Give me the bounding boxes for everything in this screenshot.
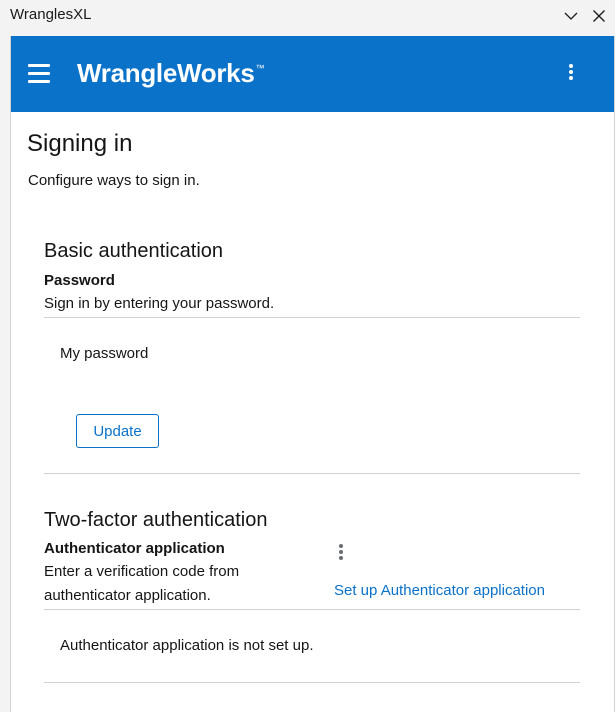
page-description: Configure ways to sign in. — [28, 172, 200, 189]
window-titlebar: WranglesXL — [0, 0, 615, 34]
brand-logo: WrangleWorks™ — [77, 58, 264, 89]
divider — [44, 609, 580, 610]
divider — [44, 682, 580, 683]
divider — [44, 317, 580, 318]
brand-name: WrangleWorks — [77, 58, 255, 88]
my-password-label: My password — [60, 345, 149, 362]
window-title: WranglesXL — [10, 6, 92, 23]
password-subtitle: Password — [44, 272, 115, 289]
kebab-menu-icon[interactable] — [563, 64, 579, 86]
page-title: Signing in — [27, 130, 133, 157]
masthead: WrangleWorks™ — [11, 36, 614, 112]
trademark-mark: ™ — [255, 63, 265, 73]
kebab-menu-icon[interactable] — [333, 544, 349, 566]
authenticator-app-subtitle: Authenticator application — [44, 540, 225, 557]
password-description: Sign in by entering your password. — [44, 295, 275, 312]
chevron-down-icon[interactable] — [561, 6, 581, 26]
sign-in-panel: WrangleWorks™ Signing in Configure ways … — [10, 36, 615, 712]
hamburger-menu-icon[interactable] — [28, 64, 50, 84]
update-password-button[interactable]: Update — [76, 414, 159, 448]
close-icon[interactable] — [589, 6, 609, 26]
authenticator-status-text: Authenticator application is not set up. — [60, 637, 314, 654]
two-factor-authentication-title: Two-factor authentication — [44, 509, 268, 531]
authenticator-app-description: Enter a verification code from authentic… — [44, 563, 240, 604]
divider — [44, 473, 580, 474]
set-up-authenticator-link[interactable]: Set up Authenticator application — [334, 582, 545, 599]
basic-authentication-title: Basic authentication — [44, 240, 224, 262]
